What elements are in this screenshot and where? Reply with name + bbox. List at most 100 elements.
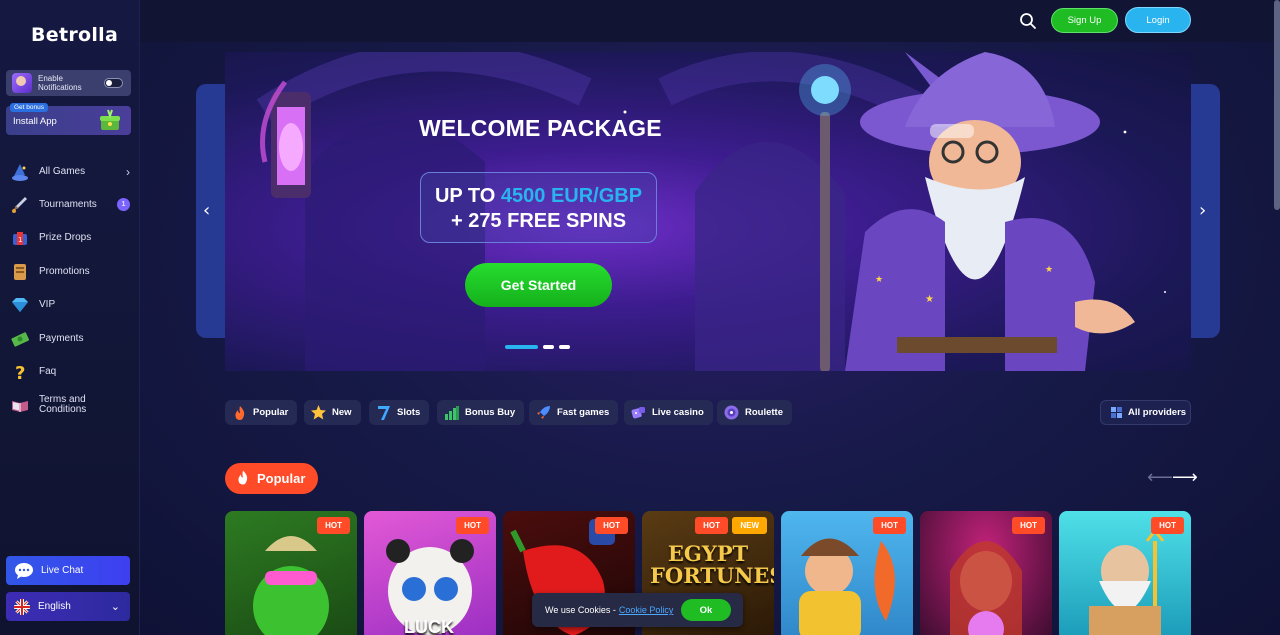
offer-box: UP TO 4500 EUR/GBP + 275 FREE SPINS	[420, 172, 657, 243]
sidebar-item-prize-drops[interactable]: 1 Prize Drops	[0, 222, 140, 255]
category-popular[interactable]: Popular	[225, 400, 298, 425]
scroll-icon	[9, 261, 31, 283]
sidebar-item-payments[interactable]: Payments	[0, 322, 140, 355]
svg-text:★: ★	[875, 275, 883, 285]
offer-amount: 4500 EUR/GBP	[500, 185, 643, 207]
cookie-ok-button[interactable]: Ok	[681, 599, 731, 621]
category-label: New	[332, 407, 352, 418]
diamond-icon	[9, 294, 31, 316]
hot-badge: HOT	[456, 517, 489, 534]
page-scrollbar[interactable]	[1274, 0, 1280, 210]
sidebar-item-label: Prize Drops	[39, 232, 92, 244]
hot-badge: HOT	[317, 517, 350, 534]
cookie-banner: We use Cookies - Cookie Policy Ok	[532, 593, 743, 627]
sidebar-item-all-games[interactable]: All Games ›	[0, 155, 140, 188]
category-label: Slots	[397, 407, 421, 418]
hot-badge: HOT	[873, 517, 906, 534]
prev-slide-arrow-icon[interactable]: ‹	[203, 200, 210, 221]
language-selector[interactable]: English ⌄	[6, 592, 130, 621]
install-app-button[interactable]: Get bonus Install App	[6, 103, 131, 135]
category-new[interactable]: New	[304, 400, 361, 425]
sidebar-item-faq[interactable]: ? Faq	[0, 355, 140, 388]
new-badge: NEW	[732, 517, 767, 534]
game-tile-title: LUCK	[404, 617, 454, 635]
slide-dot-2[interactable]	[543, 345, 554, 349]
carousel-next-arrow-icon[interactable]: ⟶	[1172, 467, 1198, 488]
all-providers-button[interactable]: All providers	[1100, 400, 1191, 425]
hero-title: WELCOME PACKAGE	[419, 115, 662, 141]
sidebar-item-label: Faq	[39, 366, 57, 378]
category-label: Fast games	[557, 407, 610, 418]
offer-line-1: UP TO 4500 EUR/GBP	[421, 184, 656, 209]
game-tile-7[interactable]: HOT	[1059, 511, 1191, 635]
notification-avatar-icon	[12, 73, 32, 93]
tournaments-count-badge: 1	[117, 198, 130, 212]
sidebar-item-label: Promotions	[39, 265, 90, 277]
popular-title-label: Popular	[257, 471, 306, 486]
all-providers-label: All providers	[1128, 407, 1187, 418]
hot-badge: HOT	[1151, 517, 1184, 534]
rocket-icon	[536, 405, 551, 420]
sidebar-item-vip[interactable]: VIP	[0, 289, 140, 322]
seven-icon	[376, 405, 391, 420]
fire-icon	[232, 405, 247, 420]
chart-icon	[444, 405, 459, 420]
game-tile-2[interactable]: HOT LUCK	[364, 511, 496, 635]
category-slots[interactable]: Slots	[369, 400, 430, 425]
category-bonus-buy[interactable]: Bonus Buy	[437, 400, 525, 425]
category-label: Live casino	[652, 407, 704, 418]
next-slide-arrow-icon[interactable]: ›	[1199, 200, 1206, 221]
live-chat-button[interactable]: Live Chat	[6, 556, 130, 585]
login-button[interactable]: Login	[1125, 7, 1191, 33]
hero-artwork: ★ ★ ★	[256, 52, 1166, 371]
sidebar-item-label: Tournaments	[39, 199, 97, 211]
offer-prefix: UP TO	[434, 185, 501, 207]
sidebar-item-label: All Games	[39, 165, 86, 177]
sidebar: Betrolla Enable Notifications Get bonus …	[0, 0, 140, 635]
slide-indicators	[505, 345, 570, 349]
wizard-hat-icon	[9, 161, 31, 183]
slide-dot-3[interactable]	[559, 345, 570, 349]
get-bonus-badge: Get bonus	[10, 103, 48, 112]
offer-line-2: + 275 FREE SPINS	[450, 210, 627, 232]
search-icon[interactable]	[1019, 12, 1037, 30]
game-tile-title: EGYPT FORTUNES	[650, 541, 774, 588]
hot-badge: HOT	[695, 517, 728, 534]
book-icon	[9, 394, 31, 416]
enable-notifications-toggle[interactable]: Enable Notifications	[6, 70, 131, 96]
install-app-label: Install App	[13, 116, 57, 127]
sidebar-nav: All Games › Tournaments 1 1 Prize Drops …	[0, 155, 140, 422]
svg-text:?: ?	[15, 363, 25, 382]
slide-dot-1[interactable]	[505, 345, 538, 349]
carousel-prev-arrow-icon[interactable]: ⟵	[1147, 467, 1173, 488]
game-tile-1[interactable]: HOT	[225, 511, 357, 635]
sword-icon	[9, 194, 31, 216]
svg-text:★: ★	[1045, 265, 1053, 275]
fire-icon	[237, 470, 249, 488]
category-label: Roulette	[745, 407, 783, 418]
sidebar-item-promotions[interactable]: Promotions	[0, 255, 140, 288]
game-tile-6[interactable]: HOT	[920, 511, 1052, 635]
hero-banner: ★ ★ ★	[225, 52, 1191, 371]
category-fast-games[interactable]: Fast games	[529, 400, 619, 425]
cookie-policy-link[interactable]: Cookie Policy	[619, 605, 674, 615]
question-icon: ?	[9, 361, 31, 383]
get-started-button[interactable]: Get Started	[465, 263, 612, 307]
sidebar-item-label: Terms and Conditions	[39, 394, 87, 416]
sidebar-item-tournaments[interactable]: Tournaments 1	[0, 188, 140, 221]
notifications-switch[interactable]	[104, 78, 123, 88]
category-live-casino[interactable]: Live casino	[624, 400, 713, 425]
top-header: Sign Up Login	[140, 0, 1280, 42]
game-tile-5[interactable]: HOT	[781, 511, 913, 635]
prize-box-icon: 1	[9, 227, 31, 249]
signup-button[interactable]: Sign Up	[1051, 8, 1118, 33]
grid-icon	[1111, 407, 1122, 418]
sidebar-item-terms[interactable]: Terms and Conditions	[0, 389, 140, 422]
brand-logo[interactable]: Betrolla	[31, 24, 118, 46]
category-roulette[interactable]: Roulette	[717, 400, 792, 425]
category-label: Bonus Buy	[465, 407, 516, 418]
gift-chest-icon	[100, 109, 120, 130]
dice-icon	[631, 405, 646, 420]
star-icon	[311, 405, 326, 420]
svg-text:★: ★	[925, 294, 934, 305]
